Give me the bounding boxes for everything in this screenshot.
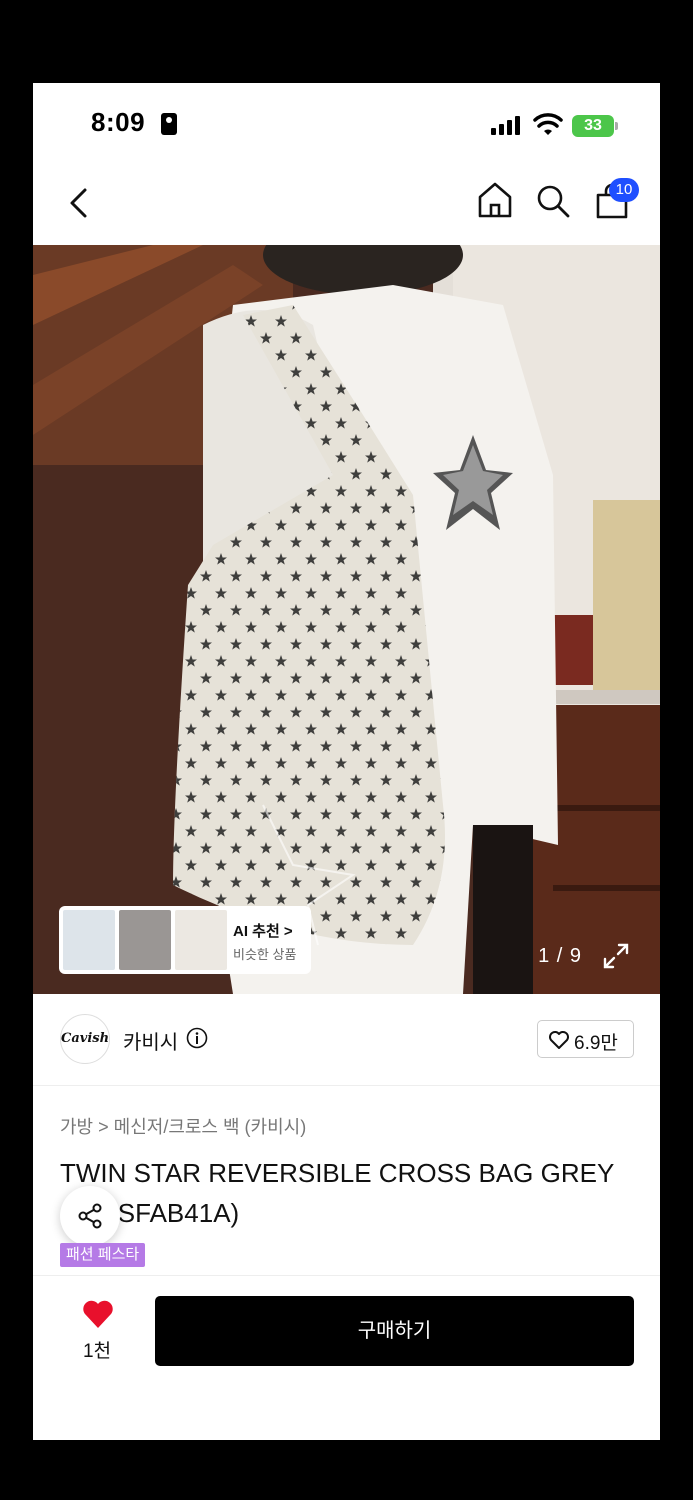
expand-icon[interactable] <box>602 942 630 970</box>
heart-icon[interactable] <box>81 1298 115 1330</box>
brand-name[interactable]: 카비시 <box>123 1026 178 1055</box>
status-bar: 8:09 33 <box>33 83 660 163</box>
home-icon[interactable] <box>477 181 513 219</box>
app-screen: 8:09 33 10 AI 추천 > 비슷한 상품 1 / 9 Cavish 카… <box>33 83 660 1440</box>
product-image-carousel[interactable]: AI 추천 > 비슷한 상품 1 / 9 <box>33 245 660 994</box>
product-photo <box>33 245 660 994</box>
id-card-icon <box>161 113 177 135</box>
brand-row: Cavish 카비시 6.9만 <box>33 994 660 1086</box>
share-button[interactable] <box>60 1186 120 1246</box>
brand-logo[interactable]: Cavish <box>60 1014 110 1064</box>
brand-like-count: 6.9만 <box>574 1033 618 1054</box>
battery-icon: 33 <box>572 115 614 137</box>
battery-tip <box>615 122 618 130</box>
search-icon[interactable] <box>535 183 571 219</box>
similar-thumb-3 <box>175 910 227 970</box>
wishlist-count: 1천 <box>83 1341 112 1362</box>
similar-thumb-2 <box>119 910 171 970</box>
info-icon[interactable] <box>186 1027 208 1049</box>
image-counter: 1 / 9 <box>538 945 582 967</box>
signal-icon <box>491 115 523 135</box>
ai-recommend-title: AI 추천 > <box>233 923 293 940</box>
similar-thumb-1 <box>63 910 115 970</box>
category-breadcrumb[interactable]: 가방 > 메신저/크로스 백 (카비시) <box>60 1113 306 1139</box>
ai-recommend-card[interactable]: AI 추천 > 비슷한 상품 <box>59 906 311 974</box>
share-icon <box>78 1203 102 1229</box>
status-time: 8:09 <box>91 107 146 137</box>
back-arrow-icon[interactable] <box>65 187 93 219</box>
heart-outline-icon <box>549 1031 569 1049</box>
buy-button[interactable]: 구매하기 <box>155 1296 634 1366</box>
wifi-icon <box>533 113 563 135</box>
product-title: TWIN STAR REVERSIBLE CROSS BAG GREY (72G… <box>60 1158 614 1228</box>
nav-bar: 10 <box>33 163 660 245</box>
promo-tag: 패션 페스타 <box>60 1243 146 1267</box>
ai-recommend-subtitle: 비슷한 상품 <box>233 947 297 962</box>
bottom-action-bar: 1천 구매하기 <box>33 1275 660 1440</box>
cart-count-badge: 10 <box>609 178 639 202</box>
brand-like-button[interactable]: 6.9만 <box>537 1020 634 1058</box>
